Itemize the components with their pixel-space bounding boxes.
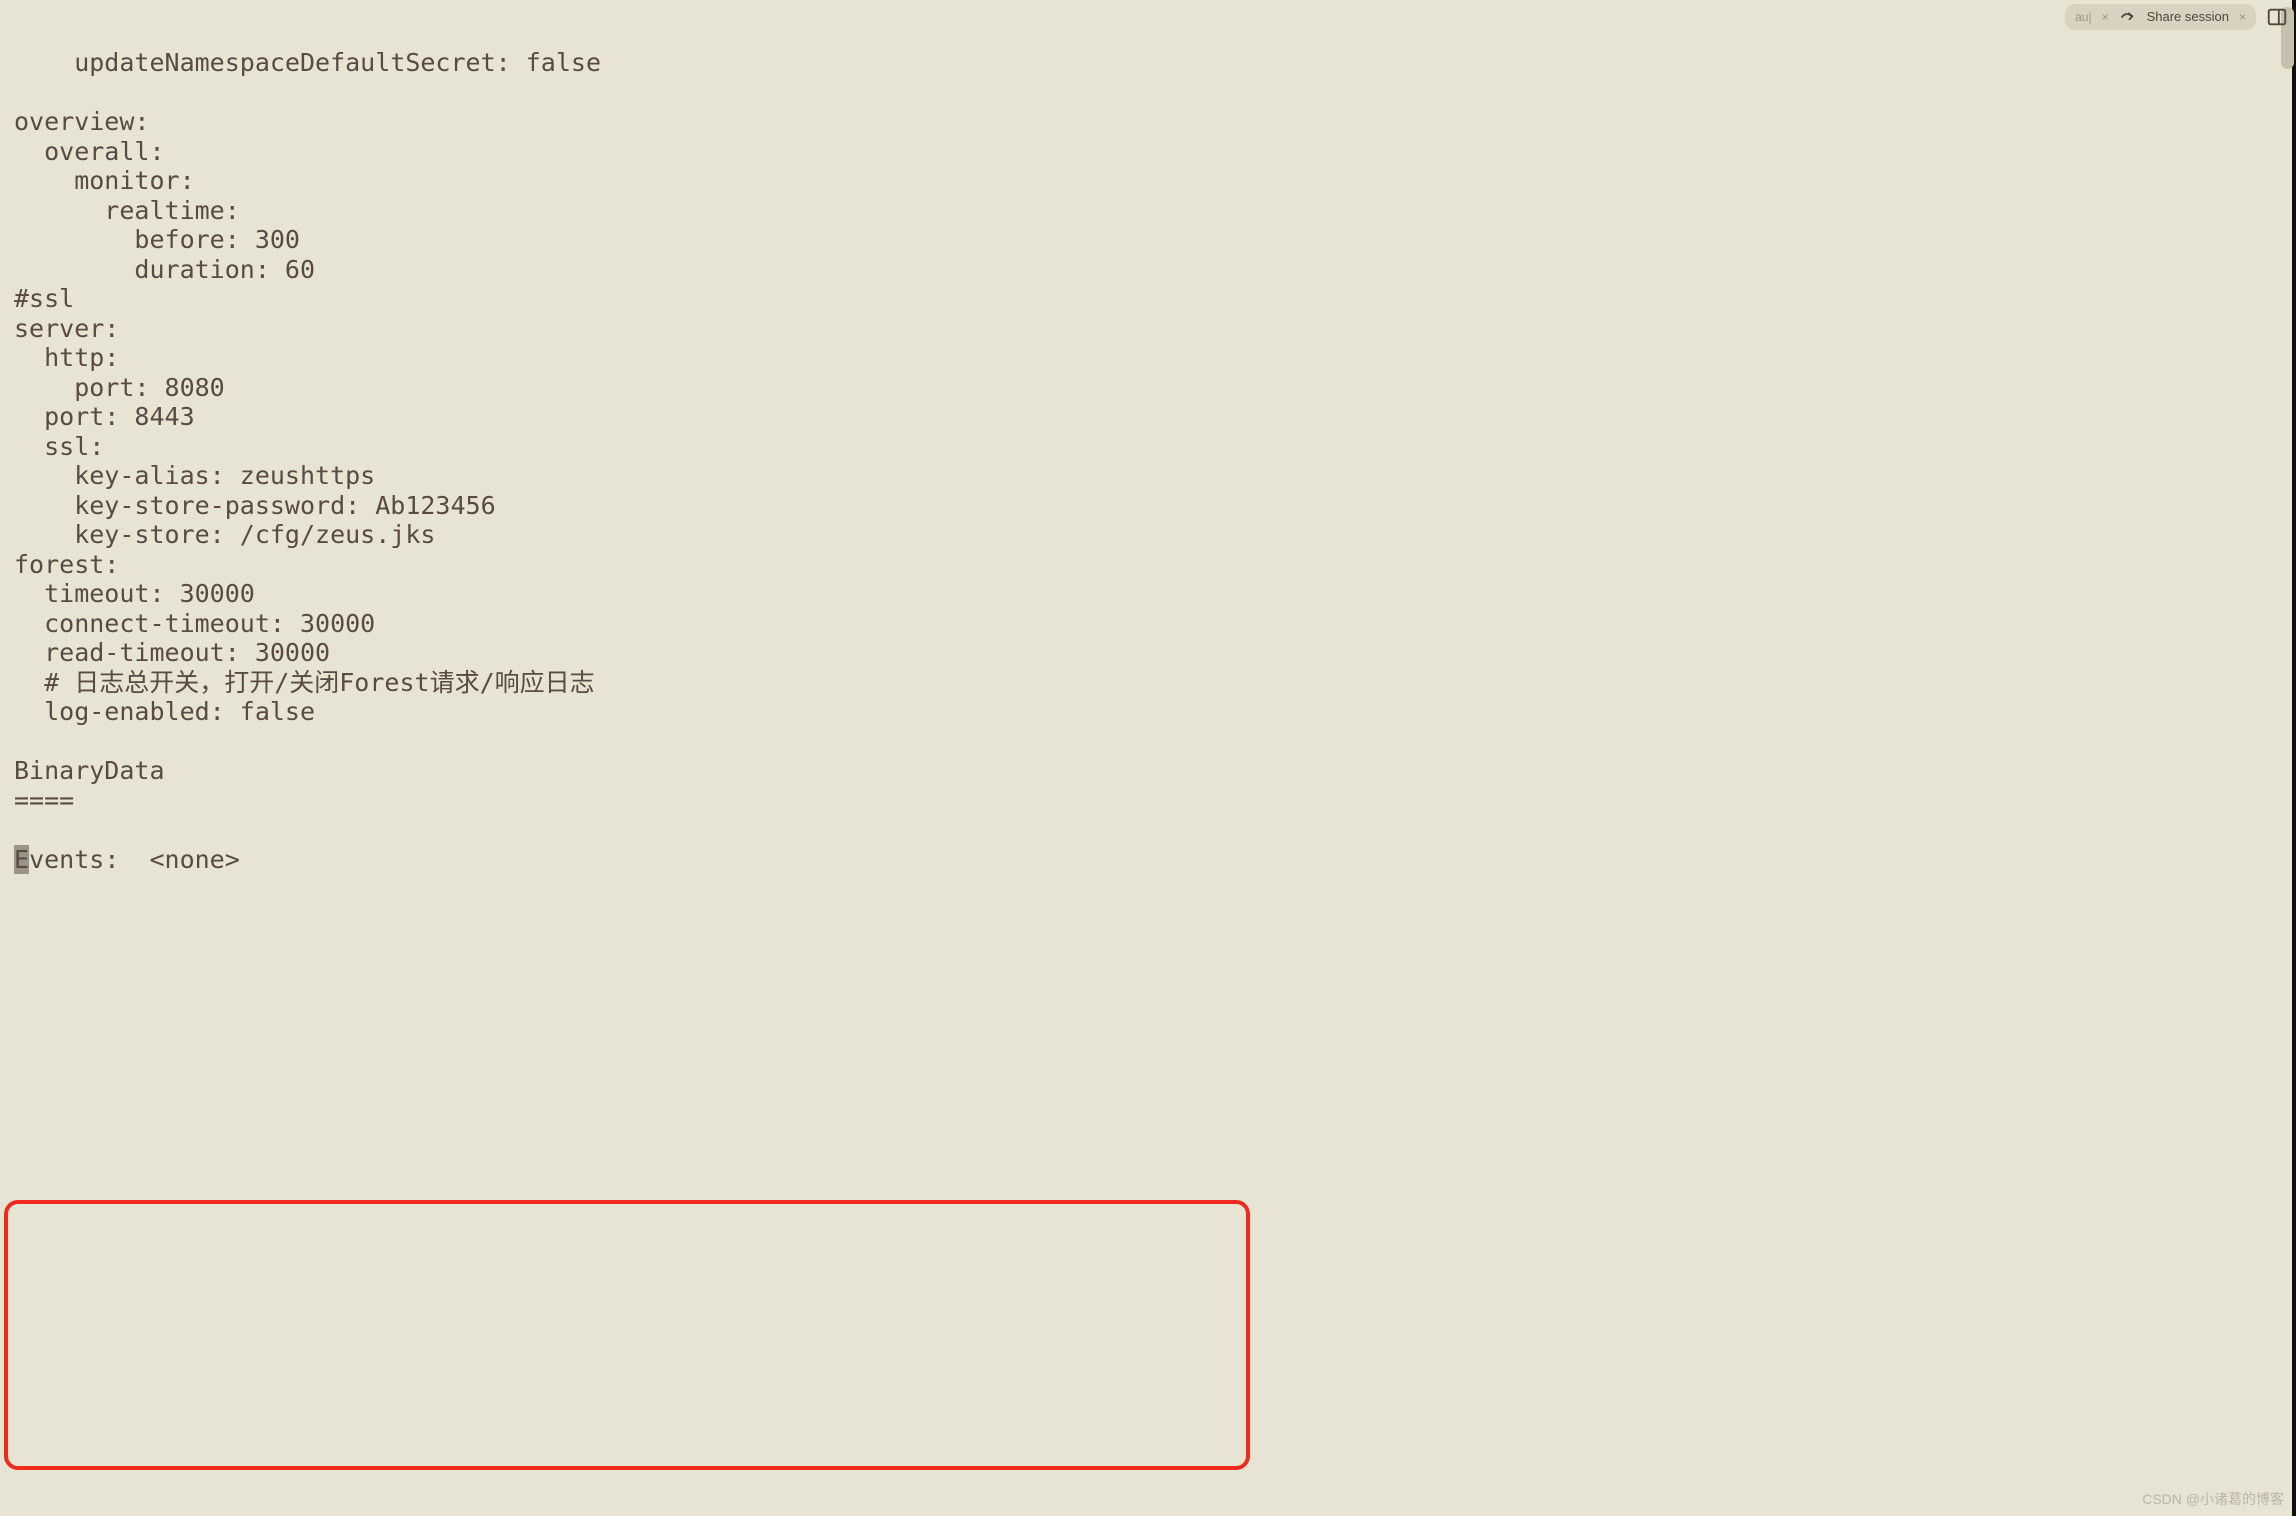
toolbar-pill: au| × Share session ×: [2065, 4, 2256, 30]
code-line: key-alias: zeushttps: [14, 461, 375, 490]
code-line: before: 300: [14, 225, 300, 254]
code-line: read-timeout: 30000: [14, 638, 330, 667]
code-line: connect-timeout: 30000: [14, 609, 375, 638]
code-line: duration: 60: [14, 255, 315, 284]
share-session-button[interactable]: Share session: [2147, 9, 2229, 24]
share-icon[interactable]: [2119, 8, 2137, 26]
code-line: #ssl: [14, 284, 74, 313]
code-line: vents: <none>: [29, 845, 240, 874]
code-line: key-store: /cfg/zeus.jks: [14, 520, 435, 549]
terminal-cursor: E: [14, 845, 29, 875]
terminal-content[interactable]: updateNamespaceDefaultSecret: false over…: [0, 0, 2296, 874]
code-line: BinaryData: [14, 756, 165, 785]
pill-x-icon[interactable]: ×: [2102, 10, 2109, 24]
code-line: monitor:: [14, 166, 195, 195]
code-line: ssl:: [14, 432, 104, 461]
code-line: server:: [14, 314, 119, 343]
code-line: log-enabled: false: [14, 697, 315, 726]
code-line: forest:: [14, 550, 119, 579]
pill-hint-text: au|: [2075, 10, 2091, 24]
window-right-edge: [2292, 0, 2296, 1516]
code-line: # 日志总开关，打开/关闭Forest请求/响应日志: [14, 668, 595, 697]
code-line: realtime:: [14, 196, 240, 225]
code-line: overall:: [14, 137, 165, 166]
code-line: timeout: 30000: [14, 579, 255, 608]
panel-toggle-icon[interactable]: [2266, 6, 2288, 28]
code-line: port: 8443: [14, 402, 195, 431]
watermark: CSDN @小诸葛的博客: [2142, 1491, 2284, 1508]
code-line: port: 8080: [14, 373, 225, 402]
code-line: overview:: [14, 107, 149, 136]
pill-x-icon-2[interactable]: ×: [2239, 10, 2246, 24]
code-line: updateNamespaceDefaultSecret: false: [14, 48, 601, 77]
code-line: ====: [14, 786, 74, 815]
toolbar: au| × Share session ×: [2065, 4, 2288, 30]
code-line: http:: [14, 343, 119, 372]
code-line: key-store-password: Ab123456: [14, 491, 496, 520]
annotation-highlight-box: [4, 1200, 1250, 1470]
